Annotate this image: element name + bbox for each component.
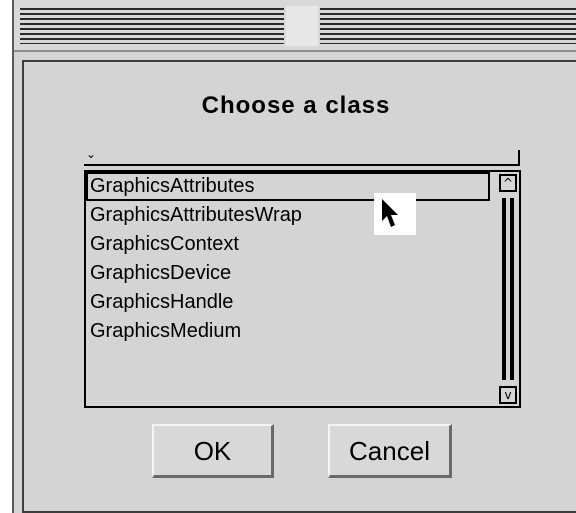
scroll-track[interactable]: [499, 194, 517, 384]
title-bar-stripes-left: [20, 8, 284, 44]
dialog-title: Choose a class: [201, 92, 391, 119]
chevron-up-icon: ^: [502, 176, 514, 190]
title-bar[interactable]: [14, 0, 576, 52]
title-bar-gap: [286, 6, 318, 46]
mouse-cursor: [374, 193, 416, 235]
scroll-thumb[interactable]: [502, 198, 514, 380]
list-item[interactable]: GraphicsMedium: [86, 317, 490, 346]
class-list[interactable]: GraphicsAttributes GraphicsAttributesWra…: [84, 170, 521, 408]
cancel-button[interactable]: Cancel: [328, 424, 452, 478]
list-scrollbar[interactable]: ^ v: [497, 172, 519, 406]
class-filter-field[interactable]: ⌄: [84, 147, 520, 166]
scroll-down-button[interactable]: v: [499, 386, 517, 404]
list-item[interactable]: GraphicsAttributes: [86, 172, 490, 201]
chevron-down-icon: v: [504, 388, 512, 402]
title-bar-stripes-right: [320, 8, 576, 44]
list-item[interactable]: GraphicsAttributesWrap: [86, 201, 490, 230]
arrow-cursor-icon: [382, 199, 398, 227]
list-item[interactable]: GraphicsContext: [86, 230, 490, 259]
scroll-up-button[interactable]: ^: [499, 174, 517, 192]
class-list-items: GraphicsAttributes GraphicsAttributesWra…: [86, 172, 490, 346]
ok-button[interactable]: OK: [152, 424, 274, 478]
list-item[interactable]: GraphicsHandle: [86, 288, 490, 317]
list-item[interactable]: GraphicsDevice: [86, 259, 490, 288]
chevron-down-icon: ⌄: [86, 147, 97, 161]
dialog-window: Choose a class ⌄ GraphicsAttributes Grap…: [12, 0, 576, 513]
